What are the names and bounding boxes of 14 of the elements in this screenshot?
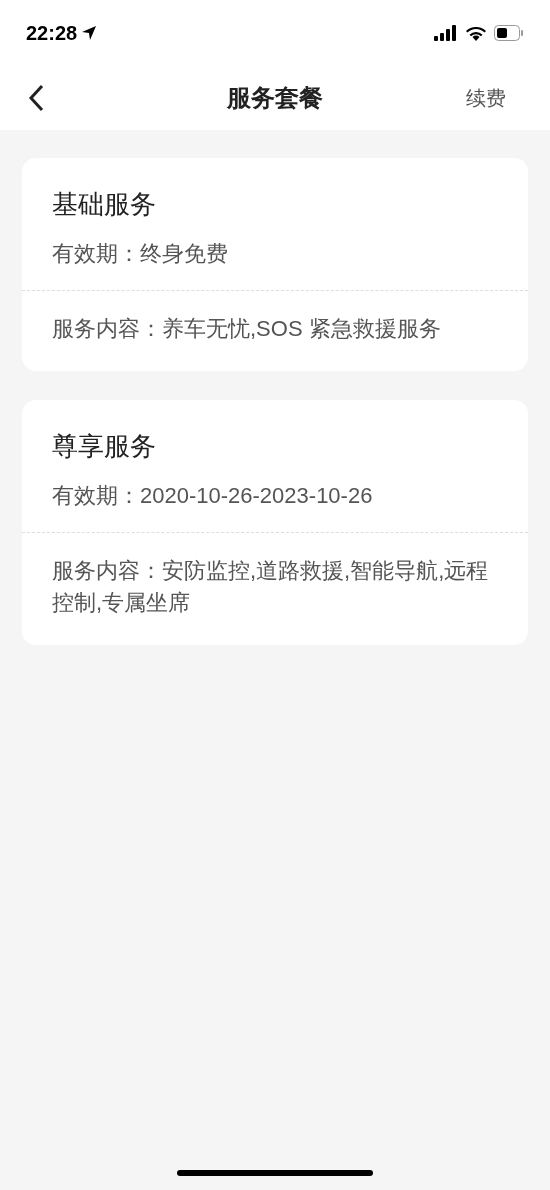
service-content-text: 服务内容：安防监控,道路救援,智能导航,远程控制,专属坐席 [52, 557, 490, 617]
validity-text: 有效期：终身免费 [52, 240, 228, 268]
package-name: 尊享服务 [52, 430, 156, 463]
location-arrow-icon [81, 24, 98, 41]
service-content-text: 服务内容：养车无忧,SOS 紧急救援服务 [52, 315, 442, 343]
back-icon[interactable] [28, 83, 44, 112]
renew-link[interactable]: 续费 [466, 82, 506, 113]
status-time: 22:28 [26, 20, 78, 46]
signal-icon [434, 24, 458, 41]
page-title: 服务套餐 [227, 82, 323, 113]
battery-icon [494, 24, 524, 41]
validity-text: 有效期：2020-10-26-2023-10-26 [52, 482, 373, 510]
package-name: 基础服务 [52, 188, 156, 221]
wifi-icon [465, 24, 487, 41]
